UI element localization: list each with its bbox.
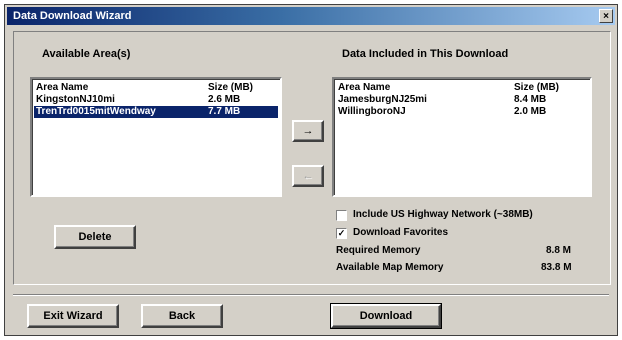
download-button[interactable]: Download	[330, 303, 442, 329]
included-col-size: Size (MB)	[514, 82, 559, 93]
included-col-name: Area Name	[338, 82, 391, 93]
area-size: 7.7 MB	[208, 106, 241, 117]
remove-from-download-button[interactable]: ←	[292, 165, 324, 187]
list-item[interactable]: KingstonNJ10mi 2.6 MB	[34, 94, 278, 106]
highway-network-label: Include US Highway Network (~38MB)	[353, 209, 533, 220]
available-memory-value: 83.8 M	[541, 262, 572, 273]
checkbox-box[interactable]	[336, 210, 347, 221]
available-areas-list[interactable]: Area Name Size (MB) KingstonNJ10mi 2.6 M…	[30, 77, 282, 197]
list-item[interactable]: WillingboroNJ 2.0 MB	[336, 106, 588, 118]
list-item-selected[interactable]: TrenTrd0015mitWendway 7.7 MB	[34, 106, 278, 118]
area-name: TrenTrd0015mitWendway	[36, 106, 156, 117]
highway-network-checkbox[interactable]: Include US Highway Network (~38MB)	[336, 209, 606, 223]
included-data-list[interactable]: Area Name Size (MB) JamesburgNJ25mi 8.4 …	[332, 77, 592, 197]
wizard-window: Data Download Wizard × Available Area(s)…	[4, 4, 618, 336]
close-icon[interactable]: ×	[599, 9, 613, 23]
area-size: 2.6 MB	[208, 94, 241, 105]
exit-wizard-button[interactable]: Exit Wizard	[27, 304, 119, 328]
window-title: Data Download Wizard	[13, 10, 132, 22]
title-bar: Data Download Wizard ×	[7, 7, 615, 25]
area-name: KingstonNJ10mi	[36, 94, 115, 105]
list-item[interactable]: JamesburgNJ25mi 8.4 MB	[336, 94, 588, 106]
delete-button[interactable]: Delete	[54, 225, 136, 249]
required-memory-value: 8.8 M	[546, 245, 572, 256]
back-button[interactable]: Back	[141, 304, 223, 328]
available-memory-label: Available Map Memory	[336, 262, 444, 273]
area-size: 2.0 MB	[514, 106, 547, 117]
area-name: JamesburgNJ25mi	[338, 94, 427, 105]
footer-divider	[13, 294, 609, 296]
available-areas-heading: Available Area(s)	[42, 48, 131, 60]
available-col-size: Size (MB)	[208, 82, 253, 93]
check-icon[interactable]: ✓	[336, 228, 347, 239]
add-to-download-button[interactable]: →	[292, 120, 324, 142]
wizard-body: Available Area(s) Data Included in This …	[13, 31, 611, 285]
included-data-heading: Data Included in This Download	[342, 48, 509, 60]
area-name: WillingboroNJ	[338, 106, 406, 117]
download-favorites-checkbox[interactable]: ✓ Download Favorites	[336, 227, 536, 241]
required-memory-label: Required Memory	[336, 245, 421, 256]
available-col-name: Area Name	[36, 82, 89, 93]
area-size: 8.4 MB	[514, 94, 547, 105]
download-favorites-label: Download Favorites	[353, 227, 449, 238]
